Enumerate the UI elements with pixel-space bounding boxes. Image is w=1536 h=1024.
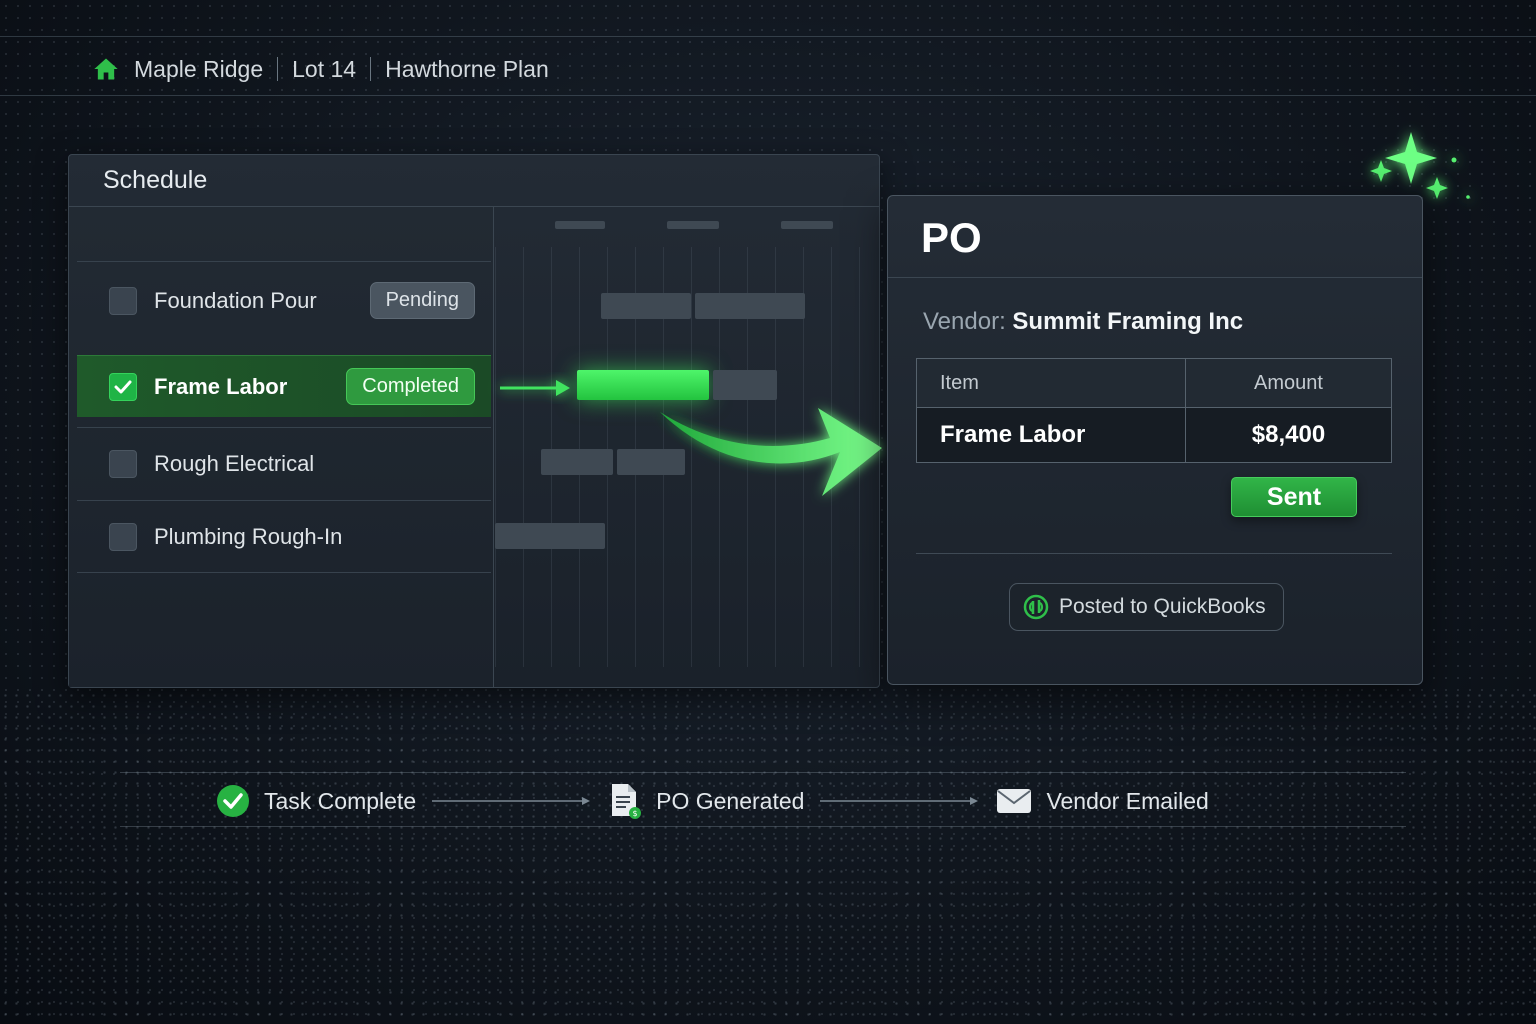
home-icon[interactable]: [92, 55, 120, 83]
top-divider: [0, 36, 1536, 37]
gantt-header-mark: [555, 221, 605, 229]
check-circle-icon: [217, 785, 249, 817]
quickbooks-label: Posted to QuickBooks: [1059, 595, 1266, 618]
breadcrumb-item-lot[interactable]: Lot 14: [292, 56, 356, 83]
breadcrumb: Maple Ridge Lot 14 Hawthorne Plan: [92, 50, 549, 88]
schedule-header: Schedule: [69, 155, 879, 207]
task-checkbox[interactable]: [109, 286, 137, 315]
svg-text:$: $: [633, 809, 638, 818]
status-badge-pending: Pending: [369, 282, 475, 319]
column-header-amount: Amount: [1254, 371, 1323, 394]
column-header-item: Item: [917, 359, 1186, 407]
task-checkbox[interactable]: [109, 449, 137, 478]
gantt-bar-frame-labor-progress[interactable]: [577, 370, 709, 400]
task-checkbox-checked[interactable]: [109, 372, 137, 401]
quickbooks-icon: [1023, 594, 1049, 620]
task-row-foundation-pour[interactable]: Foundation Pour Pending: [77, 261, 491, 339]
workflow-divider-top: [120, 772, 1406, 773]
po-panel: PO Vendor: Summit Framing Inc Item Amoun…: [887, 195, 1423, 685]
arrow-right-icon: [432, 797, 591, 805]
po-line-items-table: Item Amount Frame Labor $8,400: [916, 358, 1392, 463]
table-header-row: Item Amount: [917, 359, 1391, 408]
gantt-bar-foundation[interactable]: [601, 293, 691, 319]
vendor-line: Vendor: Summit Framing Inc: [923, 308, 1243, 336]
sent-status-button[interactable]: Sent: [1231, 477, 1357, 517]
gantt-header-mark: [781, 221, 833, 229]
breadcrumb-separator: [370, 57, 372, 81]
background-dot-pattern-lower: [0, 690, 1536, 1024]
status-badge-completed: Completed: [346, 368, 475, 405]
gantt-bar-electrical[interactable]: [617, 449, 685, 475]
sparkle-icon: [1370, 132, 1470, 199]
quickbooks-sync-badge[interactable]: Posted to QuickBooks: [1009, 583, 1284, 631]
gantt-header-mark: [667, 221, 719, 229]
workflow-step-vendor-emailed: Vendor Emailed: [996, 787, 1209, 815]
workflow-steps: Task Complete $ PO Generated Vendor Emai…: [216, 782, 1209, 820]
gantt-bar-plumbing[interactable]: [495, 523, 605, 549]
task-list: Foundation Pour Pending Frame Labor Comp…: [69, 207, 494, 687]
gantt-bar-foundation[interactable]: [695, 293, 805, 319]
document-icon: $: [612, 784, 642, 819]
task-row-rough-electrical[interactable]: Rough Electrical: [77, 427, 491, 499]
workflow-divider-bottom: [120, 826, 1406, 827]
gantt-chart: [495, 207, 879, 687]
task-row-plumbing-rough-in[interactable]: Plumbing Rough-In: [77, 500, 491, 573]
workflow-step-label: Vendor Emailed: [1046, 787, 1209, 814]
task-label: Foundation Pour: [154, 287, 317, 313]
arrow-right-icon: [820, 797, 979, 805]
gantt-bar-electrical[interactable]: [541, 449, 613, 475]
po-title: PO: [888, 196, 1422, 278]
table-row[interactable]: Frame Labor $8,400: [917, 408, 1391, 462]
workflow-step-po-generated: $ PO Generated: [608, 782, 804, 820]
breadcrumb-separator: [277, 57, 279, 81]
schedule-title: Schedule: [103, 166, 208, 194]
line-item-amount: $8,400: [1251, 421, 1326, 448]
workflow-step-task-complete: Task Complete: [216, 784, 416, 818]
task-label: Frame Labor: [154, 373, 288, 399]
task-checkbox[interactable]: [109, 522, 137, 551]
workflow-step-label: PO Generated: [656, 787, 805, 814]
breadcrumb-item-community[interactable]: Maple Ridge: [134, 56, 263, 83]
vendor-name[interactable]: Summit Framing Inc: [1012, 308, 1243, 335]
gantt-bar-frame-labor-remaining[interactable]: [713, 370, 777, 400]
line-item-name: Frame Labor: [917, 408, 1186, 462]
workflow-step-label: Task Complete: [264, 787, 417, 814]
po-divider: [916, 553, 1392, 554]
task-row-frame-labor[interactable]: Frame Labor Completed: [77, 355, 491, 417]
schedule-panel: Schedule Foundation Pour Pending Frame L…: [68, 154, 880, 688]
breadcrumb-item-plan[interactable]: Hawthorne Plan: [385, 56, 549, 83]
envelope-icon: [997, 789, 1032, 813]
task-label: Rough Electrical: [154, 450, 315, 476]
vendor-label: Vendor:: [923, 308, 1006, 335]
checkmark-icon: [114, 380, 132, 393]
breadcrumb-divider: [0, 95, 1536, 96]
task-label: Plumbing Rough-In: [154, 523, 343, 549]
